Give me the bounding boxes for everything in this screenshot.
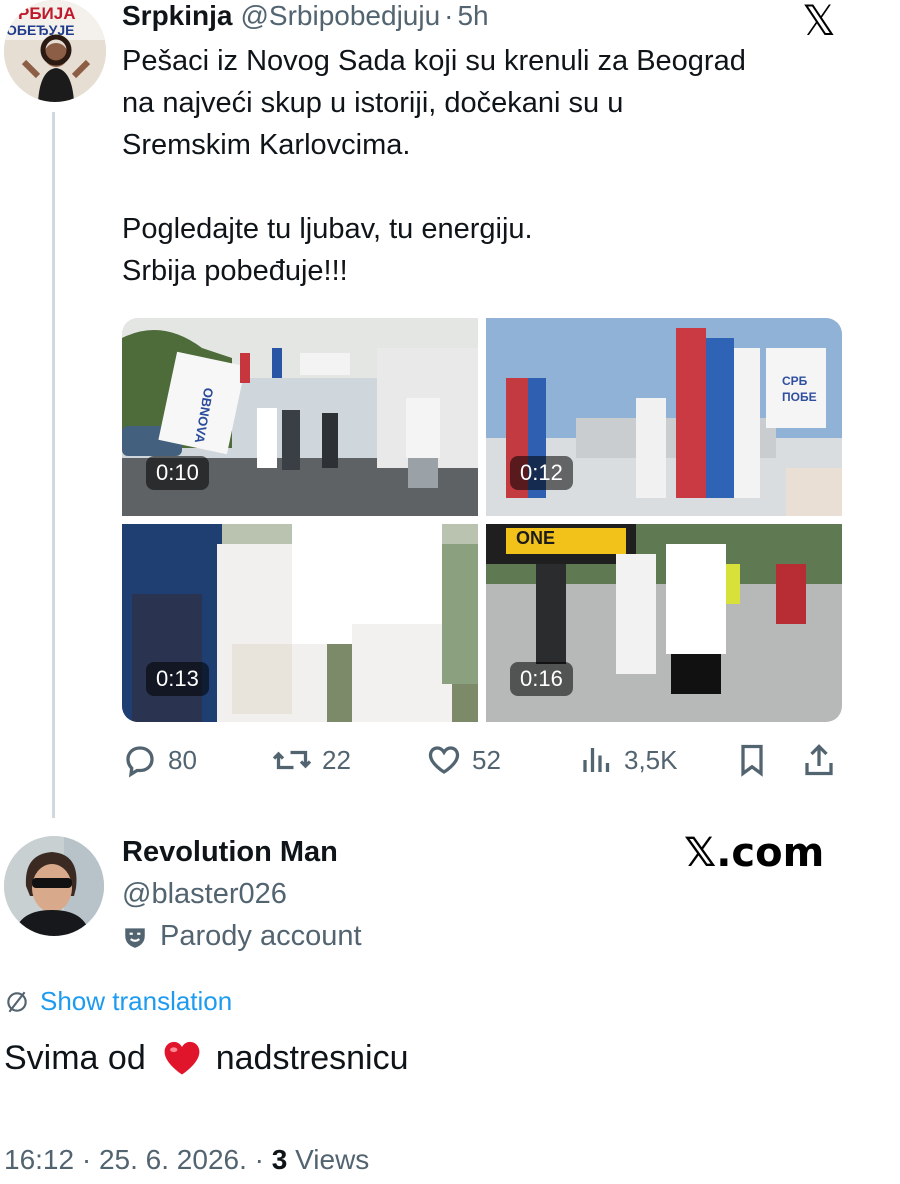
video-thumbnail-3[interactable]: 0:13 — [122, 524, 478, 722]
video-thumbnail-1[interactable]: OBNOVA 0:10 — [122, 318, 478, 516]
heart-icon — [428, 746, 460, 774]
share-icon — [805, 744, 833, 776]
avatar-banner-line1: РБИЈА — [18, 4, 76, 23]
reply-views-label: Views — [295, 1144, 370, 1175]
media-divider-horizontal — [122, 516, 842, 524]
parody-label-text: Parody account — [160, 920, 362, 952]
show-translation-text: Show translation — [40, 986, 233, 1016]
reply-date[interactable]: 25. 6. 2026. — [99, 1144, 247, 1175]
tweet-time[interactable]: 5h — [457, 0, 488, 32]
like-count: 52 — [472, 744, 501, 775]
reply-author-handle[interactable]: @blaster026 — [122, 878, 287, 911]
media-grid: OBNOVA 0:10 СРБ ПОБЕ 0:12 0:13 ONE 0:16 — [122, 318, 842, 722]
reply-count: 80 — [168, 744, 197, 775]
video-thumbnail-4[interactable]: ONE 0:16 — [486, 524, 842, 722]
views-count: 3,5K — [624, 744, 678, 775]
separator-dot: · — [444, 0, 454, 31]
video-2-flag-text: СРБ ПОБЕ — [782, 374, 817, 404]
repost-count: 22 — [322, 744, 351, 775]
translate-icon — [7, 991, 27, 1012]
repost-action[interactable]: 22 — [272, 742, 351, 778]
bookmark-action[interactable] — [736, 742, 768, 778]
views-chart-icon — [583, 748, 610, 772]
video-duration-4: 0:16 — [510, 662, 573, 696]
bookmark-icon — [741, 744, 763, 777]
video-duration-2: 0:12 — [510, 456, 573, 490]
video-4-banner-text: ONE — [516, 528, 556, 548]
reply-action[interactable]: 80 — [122, 742, 197, 778]
share-action[interactable] — [802, 742, 836, 778]
meta-dot-1: · — [81, 1144, 99, 1175]
reply-text-before: Svima od — [4, 1038, 146, 1077]
reply-time[interactable]: 16:12 — [4, 1144, 74, 1175]
reply-text: Svima od nadstresnicu — [4, 1036, 409, 1080]
meta-dot-2: · — [254, 1144, 272, 1175]
x-logo-icon: 𝕏 — [802, 0, 836, 45]
thread-line — [52, 112, 55, 818]
x-com-logo: 𝕏.com — [684, 830, 825, 876]
video-duration-3: 0:13 — [146, 662, 209, 696]
reply-meta: 16:12 · 25. 6. 2026. · 3 Views — [4, 1144, 369, 1176]
author-name[interactable]: Srpkinja — [122, 0, 232, 32]
author-avatar[interactable]: РБИЈА ОБЕЂУЈЕ — [4, 0, 106, 102]
like-action[interactable]: 52 — [426, 742, 501, 778]
red-heart-emoji-icon — [164, 1041, 200, 1075]
parody-label: Parody account — [122, 920, 362, 953]
reply-author-name[interactable]: Revolution Man — [122, 836, 338, 869]
reply-avatar-photo — [4, 836, 104, 936]
author-handle[interactable]: @Srbipobedjuju — [240, 0, 440, 32]
tweet-text: Pešaci iz Novog Sada koji su krenuli za … — [122, 45, 746, 287]
tweet-header: Srpkinja @Srbipobedjuju · 5h — [122, 0, 489, 36]
video-thumbnail-2[interactable]: СРБ ПОБЕ 0:12 — [486, 318, 842, 516]
reply-icon — [126, 746, 154, 778]
reply-views-count: 3 — [271, 1144, 288, 1175]
reply-author-avatar[interactable] — [4, 836, 104, 936]
video-duration-1: 0:10 — [146, 456, 209, 490]
repost-icon — [272, 750, 312, 770]
show-translation-link[interactable]: Show translation — [4, 986, 232, 1017]
avatar-banner-line2: ОБЕЂУЈЕ — [6, 22, 75, 38]
views-action[interactable]: 3,5K — [580, 742, 678, 778]
parody-mask-icon — [125, 927, 145, 948]
reply-text-after: nadstresnicu — [215, 1038, 409, 1077]
